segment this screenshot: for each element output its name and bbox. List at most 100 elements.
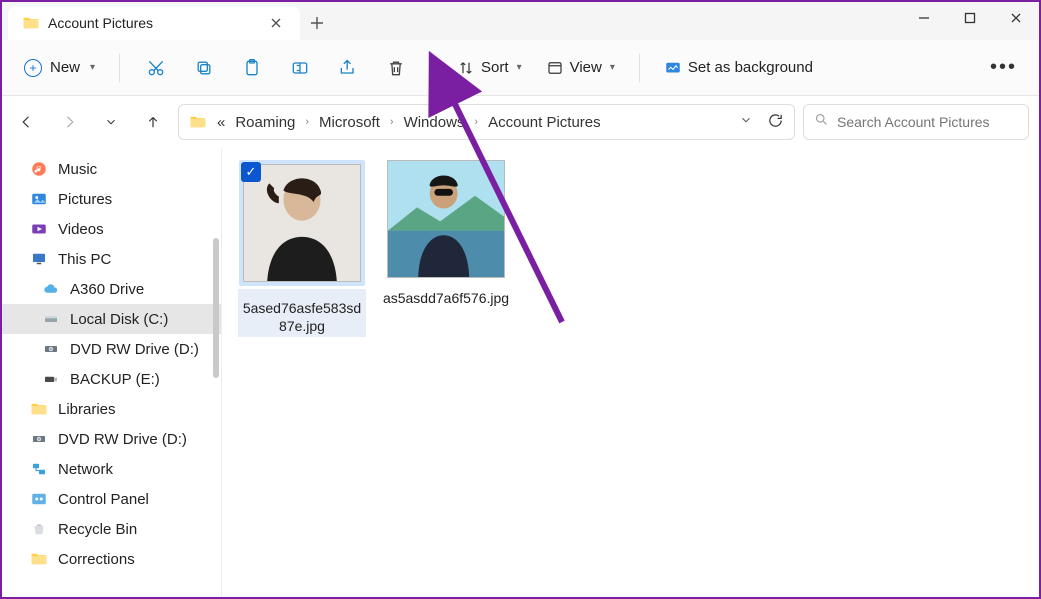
sidebar-item-backup-e-[interactable]: BACKUP (E:) (2, 364, 221, 394)
dvd-icon (30, 430, 48, 448)
sidebar-item-label: Control Panel (58, 491, 149, 508)
new-label: New (50, 59, 80, 76)
chevron-down-icon: ▾ (90, 62, 95, 73)
chevron-right-icon: › (474, 116, 478, 128)
sidebar-item-dvd-rw-drive-d-[interactable]: DVD RW Drive (D:) (2, 424, 221, 454)
breadcrumb-item-roaming[interactable]: Roaming (235, 114, 295, 131)
view-button[interactable]: View ▾ (536, 53, 625, 83)
file-thumbnail: ✓ (239, 160, 365, 286)
disk-icon (42, 310, 60, 328)
sidebar-item-label: Network (58, 461, 113, 478)
title-bar: Account Pictures (2, 2, 1039, 40)
more-options-button[interactable]: ••• (980, 56, 1027, 79)
search-icon (814, 112, 829, 132)
file-item[interactable]: as5asdd7a6f576.jpg (382, 160, 510, 337)
search-box[interactable] (803, 104, 1029, 140)
sidebar-item-label: A360 Drive (70, 281, 144, 298)
sidebar-item-network[interactable]: Network (2, 454, 221, 484)
address-bar[interactable]: « Roaming › Microsoft › Windows › Accoun… (178, 104, 795, 140)
window-controls (901, 2, 1039, 34)
folder-icon (189, 113, 207, 131)
sidebar-item-this-pc[interactable]: This PC (2, 244, 221, 274)
toolbar: + New ▾ Sort ▾ View ▾ Set as background … (2, 40, 1039, 96)
selected-check-icon: ✓ (241, 162, 261, 182)
sidebar-item-label: This PC (58, 251, 111, 268)
nav-row: « Roaming › Microsoft › Windows › Accoun… (2, 96, 1039, 148)
sidebar-item-label: Local Disk (C:) (70, 311, 168, 328)
set-background-button[interactable]: Set as background (654, 53, 823, 83)
sidebar-item-corrections[interactable]: Corrections (2, 544, 221, 574)
sidebar-item-control-panel[interactable]: Control Panel (2, 484, 221, 514)
delete-button[interactable] (374, 48, 418, 88)
share-button[interactable] (326, 48, 370, 88)
sidebar-item-local-disk-c-[interactable]: Local Disk (C:) (2, 304, 221, 334)
videos-icon (30, 220, 48, 238)
search-input[interactable] (837, 114, 1018, 130)
sidebar-item-music[interactable]: Music (2, 154, 221, 184)
breadcrumb-item-windows[interactable]: Windows (404, 114, 465, 131)
separator (119, 54, 120, 82)
sidebar-item-label: Libraries (58, 401, 116, 418)
address-dropdown-button[interactable] (739, 113, 753, 131)
sort-button[interactable]: Sort ▾ (447, 53, 532, 83)
separator (432, 54, 433, 82)
active-tab[interactable]: Account Pictures (8, 6, 300, 40)
sidebar: Music Pictures Videos This PC A360 Drive Loca… (2, 148, 222, 597)
cut-button[interactable] (134, 48, 178, 88)
set-background-label: Set as background (688, 59, 813, 76)
file-item[interactable]: ✓ 5ased76asfe583sd87e.jpg (238, 160, 366, 337)
rename-button[interactable] (278, 48, 322, 88)
chevron-down-icon: ▾ (610, 62, 615, 73)
copy-button[interactable] (182, 48, 226, 88)
chevron-down-icon: ▾ (517, 62, 522, 73)
up-button[interactable] (136, 105, 170, 139)
paste-button[interactable] (230, 48, 274, 88)
separator (639, 54, 640, 82)
chevron-right-icon: › (305, 116, 309, 128)
tab-title: Account Pictures (48, 15, 153, 31)
sidebar-item-label: Corrections (58, 551, 135, 568)
pictures-icon (30, 190, 48, 208)
control-icon (30, 490, 48, 508)
scrollbar-thumb[interactable] (213, 238, 219, 378)
sidebar-item-dvd-rw-drive-d-[interactable]: DVD RW Drive (D:) (2, 334, 221, 364)
network-icon (30, 460, 48, 478)
file-thumbnail (387, 160, 505, 278)
sidebar-item-pictures[interactable]: Pictures (2, 184, 221, 214)
folder-icon (30, 400, 48, 418)
sidebar-item-libraries[interactable]: Libraries (2, 394, 221, 424)
breadcrumb-item-microsoft[interactable]: Microsoft (319, 114, 380, 131)
recent-locations-button[interactable] (94, 105, 128, 139)
forward-button[interactable] (52, 105, 86, 139)
sidebar-item-label: DVD RW Drive (D:) (70, 341, 199, 358)
plus-circle-icon: + (24, 59, 42, 77)
back-button[interactable] (10, 105, 44, 139)
minimize-button[interactable] (901, 2, 947, 34)
sidebar-item-a360-drive[interactable]: A360 Drive (2, 274, 221, 304)
cloud-icon (42, 280, 60, 298)
new-tab-button[interactable] (300, 6, 334, 40)
new-button[interactable]: + New ▾ (14, 53, 105, 83)
tab-close-button[interactable] (262, 9, 290, 37)
maximize-button[interactable] (947, 2, 993, 34)
sidebar-item-label: Recycle Bin (58, 521, 137, 538)
sidebar-item-label: Pictures (58, 191, 112, 208)
breadcrumb-item-account-pictures[interactable]: Account Pictures (488, 114, 601, 131)
sidebar-item-label: DVD RW Drive (D:) (58, 431, 187, 448)
usb-icon (42, 370, 60, 388)
file-name: as5asdd7a6f576.jpg (382, 289, 510, 307)
breadcrumb-prefix: « (217, 114, 225, 131)
close-window-button[interactable] (993, 2, 1039, 34)
view-label: View (570, 59, 602, 76)
folder-icon (22, 14, 40, 32)
sidebar-item-label: Videos (58, 221, 104, 238)
sidebar-item-videos[interactable]: Videos (2, 214, 221, 244)
sidebar-item-label: Music (58, 161, 97, 178)
music-icon (30, 160, 48, 178)
pc-icon (30, 250, 48, 268)
dvd-icon (42, 340, 60, 358)
refresh-button[interactable] (767, 112, 784, 133)
sidebar-item-recycle-bin[interactable]: Recycle Bin (2, 514, 221, 544)
folder-icon (30, 550, 48, 568)
file-name: 5ased76asfe583sd87e.jpg (242, 299, 362, 335)
